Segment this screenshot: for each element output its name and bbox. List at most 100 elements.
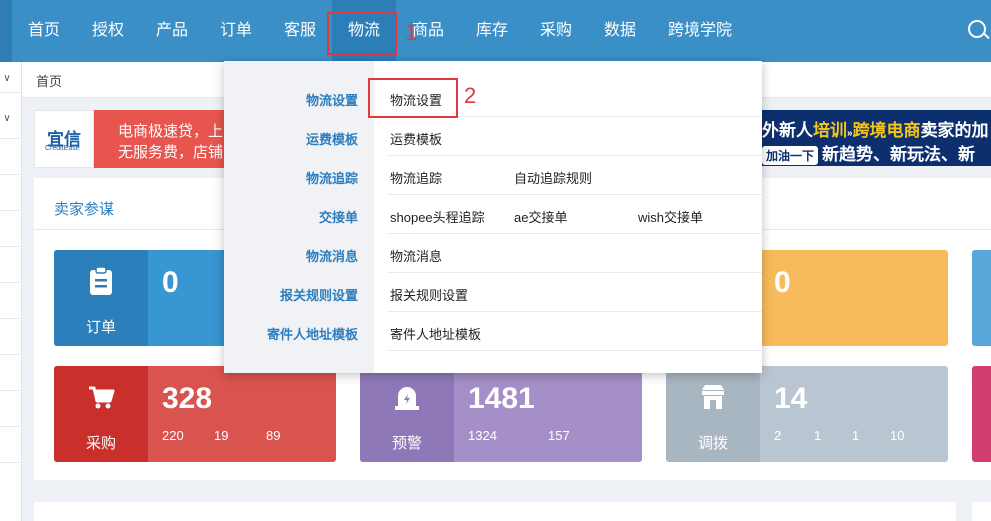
banner-line-1: 电商极速贷，上 [118,123,224,140]
breadcrumb-home[interactable]: 首页 [36,71,62,90]
nav-item-data[interactable]: 数据 [588,0,652,62]
nav-item-academy[interactable]: 跨境学院 [652,0,748,62]
category-logistics-tracking[interactable]: 物流追踪 [306,168,358,187]
dropdown-row-divider [388,311,762,312]
category-freight-template[interactable]: 运费模板 [306,129,358,148]
dropdown-row-divider [388,272,762,273]
transfer-sub-4: 10 [890,428,905,443]
edge-card-pink[interactable] [972,366,991,462]
nav-item-product[interactable]: 产品 [140,0,204,62]
sidebar-divider [0,282,20,283]
annotation-box-2 [368,78,458,118]
logistics-dropdown: 物流设置 运费模板 物流追踪 交接单 物流消息 报关规则设置 寄件人地址模板 物… [224,61,762,373]
chevron-down-icon[interactable]: ∨ [0,72,14,86]
banner-text: 新趋势、新玩法、新 [822,145,976,164]
annotation-box-1 [327,12,397,55]
store-icon [702,385,724,409]
category-customs-rules[interactable]: 报关规则设置 [280,285,358,304]
yellow-count: 0 [774,266,791,299]
banner-text: 卖家的加 [920,121,989,140]
logo-subtext: CreditEase [45,145,80,152]
purchase-sub-1: 220 [162,428,184,443]
nav-item-purchase[interactable]: 采购 [524,0,588,62]
warning-icon-box: 预警 [360,366,454,462]
category-handover-sheet[interactable]: 交接单 [319,207,358,226]
dropdown-row-divider [388,155,762,156]
banner-line-2: 无服务费，店铺 [118,144,224,161]
training-banner-line-2: 加油一下 新趋势、新玩法、新 [762,140,976,166]
purchase-label: 采购 [85,435,116,452]
link-sender-address-template[interactable]: 寄件人地址模板 [390,324,481,343]
link-shopee-first-leg-tracking[interactable]: shopee头程追踪 [390,207,485,226]
cart-icon [89,386,115,409]
link-auto-tracking-rules[interactable]: 自动追踪规则 [514,168,592,187]
dropdown-row-divider [388,233,762,234]
order-label: 订单 [85,319,116,336]
search-icon[interactable] [968,20,986,38]
purchase-sub-2: 19 [214,428,229,443]
creditease-logo: 宜信 CreditEase [34,110,94,168]
dropdown-row-divider [388,194,762,195]
link-customs-rules[interactable]: 报关规则设置 [390,285,468,304]
dropdown-row-divider [388,350,762,351]
banner-text: 外新人 [762,121,813,140]
nav-item-order[interactable]: 订单 [204,0,268,62]
edge-card-blue[interactable] [972,250,991,346]
warning-count: 1481 [468,382,535,415]
training-banner-line-1: 外新人培训»跨境电商卖家的加 [762,121,989,140]
link-freight-template[interactable]: 运费模板 [390,129,442,148]
transfer-label: 调拨 [697,435,728,452]
sidebar-divider [0,210,20,211]
loan-banner[interactable]: 宜信 CreditEase 电商极速贷，上 无服务费，店铺 [34,110,224,168]
sidebar-divider [0,354,20,355]
link-wish-handover-sheet[interactable]: wish交接单 [638,207,703,226]
order-icon-box: 订单 [54,250,148,346]
purchase-icon-box: 采购 [54,366,148,462]
transfer-sub-3: 1 [852,428,860,443]
warning-sub-1: 1324 [468,428,497,443]
order-count: 0 [162,266,179,299]
purchase-count: 328 [162,382,213,415]
category-logistics-settings[interactable]: 物流设置 [306,90,358,109]
warning-sub-2: 157 [548,428,570,443]
warning-card[interactable]: 预警 1481 1324 157 [360,366,642,462]
purchase-card[interactable]: 采购 328 220 19 89 [54,366,336,462]
banner-text: 跨境电商 [852,121,921,140]
sidebar-divider [0,390,20,391]
link-ae-handover-sheet[interactable]: ae交接单 [514,207,567,226]
alarm-light-icon [395,387,419,410]
nav-item-inventory[interactable]: 库存 [460,0,524,62]
nav-item-service[interactable]: 客服 [268,0,332,62]
sidebar-divider [0,318,20,319]
training-banner[interactable]: 外新人培训»跨境电商卖家的加 加油一下 新趋势、新玩法、新 [762,110,991,166]
warning-label: 预警 [391,435,422,452]
link-logistics-tracking[interactable]: 物流追踪 [390,168,442,187]
sidebar-divider [0,246,20,247]
category-sender-address[interactable]: 寄件人地址模板 [267,324,358,343]
purchase-sub-3: 89 [266,428,281,443]
left-sidebar: ∨ ∨ [0,62,22,521]
transfer-card[interactable]: 调拨 14 2 1 1 10 [666,366,948,462]
transfer-count: 14 [774,382,808,415]
chevron-down-icon[interactable]: ∨ [0,112,14,126]
banner-text: 培训 [813,121,847,140]
sidebar-divider [0,462,20,463]
top-nav: 首页 授权 产品 订单 客服 物流 商品 库存 采购 数据 跨境学院 [0,0,991,62]
transfer-sub-1: 2 [774,428,782,443]
transfer-sub-2: 1 [814,428,822,443]
nav-item-home[interactable]: 首页 [12,0,76,62]
panel-title: 卖家参谋 [54,201,115,218]
link-logistics-message[interactable]: 物流消息 [390,246,442,265]
banner-pill: 加油一下 [762,146,819,166]
clipboard-icon [90,266,112,295]
lower-panel [34,502,956,521]
sidebar-divider [0,174,20,175]
dropdown-category-column: 物流设置 运费模板 物流追踪 交接单 物流消息 报关规则设置 寄件人地址模板 [224,61,374,373]
annotation-label-2: 2 [464,83,477,108]
category-logistics-message[interactable]: 物流消息 [306,246,358,265]
nav-item-authorize[interactable]: 授权 [76,0,140,62]
sidebar-divider [0,92,20,93]
sidebar-divider [0,138,20,139]
sidebar-divider [0,426,20,427]
annotation-label-1: 1 [405,20,418,45]
